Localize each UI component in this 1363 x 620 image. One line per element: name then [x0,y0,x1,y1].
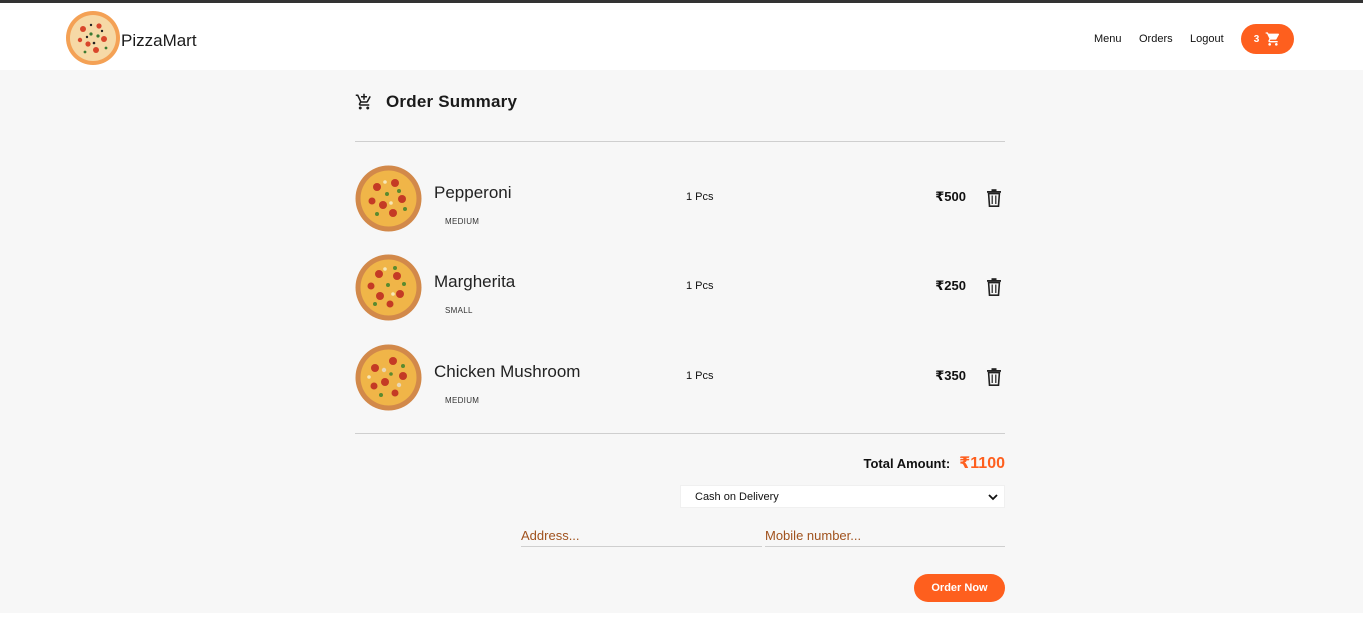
cart-icon [1265,32,1280,46]
order-summary-section: Order Summary Pepperoni MEDIUM 1 Pcs ₹50… [0,70,1363,613]
payment-method-value: Cash on Delivery [695,490,779,503]
item-name: Pepperoni [434,183,512,202]
chevron-down-icon [988,494,998,501]
pizza-image [355,165,422,232]
nav-orders-link[interactable]: Orders [1139,33,1173,45]
item-name: Chicken Mushroom [434,362,581,381]
cart-count: 3 [1253,33,1260,45]
item-size: SMALL [445,306,473,315]
trash-icon[interactable] [986,189,1002,207]
item-price: ₹250 [935,278,966,293]
trash-icon[interactable] [986,278,1002,296]
item-quantity: 1 Pcs [686,370,714,382]
item-size: MEDIUM [445,396,480,405]
cart-item: Chicken Mushroom MEDIUM 1 Pcs ₹350 [355,344,1005,414]
pizza-logo-icon[interactable] [65,10,121,66]
divider-top [355,141,1005,142]
total-amount-label: Total Amount: [863,456,951,471]
header: PizzaMart Menu Orders Logout 3 [0,3,1363,70]
page-title: Order Summary [386,92,518,111]
trash-icon[interactable] [986,368,1002,386]
item-size: MEDIUM [445,217,480,226]
brand-name[interactable]: PizzaMart [121,31,197,51]
total-amount-row: Total Amount: ₹1100 [864,453,1006,473]
summary-heading: Order Summary [355,92,517,112]
cart-item: Pepperoni MEDIUM 1 Pcs ₹500 [355,165,1005,235]
payment-method-select[interactable]: Cash on Delivery [680,485,1005,508]
mobile-number-input[interactable] [765,524,1005,547]
cart-button[interactable]: 3 [1241,24,1294,54]
item-price: ₹500 [935,189,966,204]
item-quantity: 1 Pcs [686,191,714,203]
nav-logout-link[interactable]: Logout [1190,33,1224,45]
divider-bottom [355,433,1005,434]
address-input[interactable] [521,524,762,547]
item-quantity: 1 Pcs [686,280,714,292]
cart-item: Margherita SMALL 1 Pcs ₹250 [355,254,1005,324]
total-amount-value: ₹1100 [959,455,1005,472]
nav-menu-link[interactable]: Menu [1094,33,1122,45]
item-name: Margherita [434,272,516,291]
item-price: ₹350 [935,368,966,383]
cart-plus-icon [355,93,371,110]
pizza-image [355,254,422,321]
pizza-image [355,344,422,411]
order-now-button[interactable]: Order Now [914,574,1005,602]
